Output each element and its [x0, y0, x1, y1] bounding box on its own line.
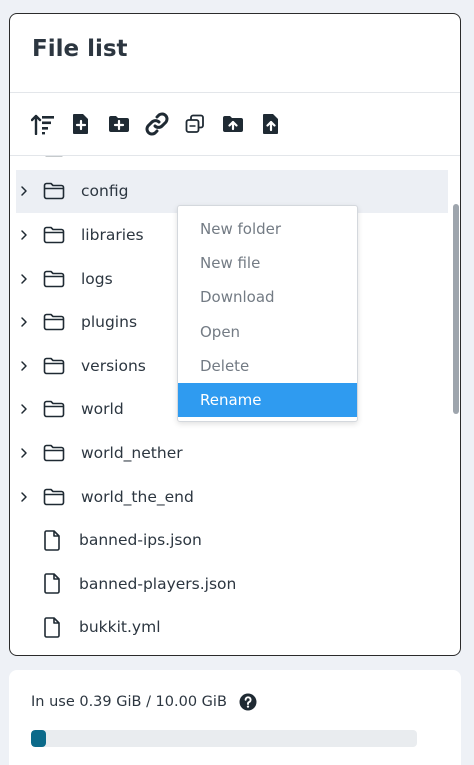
storage-usage-bar-fill	[31, 730, 47, 747]
storage-usage-bar	[31, 730, 417, 747]
file-name: banned-ips.json	[79, 531, 202, 550]
scrollbar[interactable]	[453, 204, 459, 414]
storage-usage-card: In use 0.39 GiB / 10.00 GiB	[9, 670, 461, 765]
new-folder-icon	[109, 116, 129, 132]
file-row[interactable]: bukkit.yml	[10, 606, 460, 650]
question-circle-icon[interactable]	[239, 693, 257, 711]
copy-button[interactable]	[182, 111, 208, 137]
folder-icon	[43, 401, 65, 418]
panel-title: File list	[32, 36, 128, 62]
toolbar	[30, 111, 296, 137]
file-name: logs	[81, 269, 113, 288]
folder-row[interactable]: cache	[10, 156, 460, 170]
new-folder-button[interactable]	[106, 111, 132, 137]
file-name: libraries	[81, 225, 144, 244]
context-menu-new-file[interactable]: New file	[178, 246, 357, 280]
file-name: world	[81, 400, 124, 419]
chevron-right-icon[interactable]	[18, 229, 30, 241]
folder-icon	[43, 444, 65, 462]
chevron-right-icon[interactable]	[18, 403, 30, 415]
file-name: banned-players.json	[79, 574, 237, 593]
file-icon	[44, 529, 60, 551]
file-icon	[44, 617, 60, 638]
copy-icon	[185, 114, 204, 133]
storage-usage-text: In use 0.39 GiB / 10.00 GiB	[31, 694, 227, 710]
context-menu-rename[interactable]: Rename	[178, 382, 357, 418]
link-button[interactable]	[144, 111, 170, 137]
chevron-right-icon[interactable]	[18, 316, 30, 328]
chevron-right-icon[interactable]	[18, 360, 30, 372]
upload-file-icon	[263, 114, 278, 134]
folder-icon	[45, 156, 63, 157]
link-icon	[145, 112, 169, 136]
folder-row[interactable]: world_the_end	[10, 475, 460, 519]
chevron-right-icon[interactable]	[18, 185, 30, 197]
folder-icon	[43, 357, 65, 375]
file-name: cache	[81, 156, 127, 157]
upload-file-button[interactable]	[258, 111, 284, 137]
file-name: config	[81, 182, 129, 201]
folder-icon	[43, 488, 65, 505]
file-name: versions	[81, 356, 146, 375]
file-icon	[44, 573, 60, 595]
folder-icon	[43, 270, 65, 287]
divider	[10, 92, 460, 93]
chevron-right-icon[interactable]	[18, 447, 30, 459]
sort-icon	[31, 114, 54, 135]
chevron-right-icon[interactable]	[18, 273, 30, 285]
context-menu-new-folder[interactable]: New folder	[178, 212, 357, 246]
sort-button[interactable]	[30, 111, 56, 137]
file-row[interactable]: banned-players.json	[10, 562, 460, 606]
folder-row[interactable]: world_nether	[10, 431, 460, 475]
file-name: world_the_end	[81, 487, 194, 506]
context-menu: New folder New file Download Open Delete…	[177, 205, 358, 422]
upload-folder-icon	[223, 116, 243, 132]
new-file-button[interactable]	[68, 111, 94, 137]
folder-icon	[43, 313, 65, 331]
file-name: world_nether	[81, 443, 183, 462]
file-name: bukkit.yml	[79, 618, 161, 637]
new-file-icon	[73, 114, 88, 134]
context-menu-delete[interactable]: Delete	[178, 349, 357, 383]
folder-icon	[43, 183, 65, 200]
chevron-right-icon[interactable]	[18, 491, 30, 503]
upload-folder-button[interactable]	[220, 111, 246, 137]
context-menu-download[interactable]: Download	[178, 280, 357, 314]
folder-icon	[43, 226, 65, 244]
file-row[interactable]: banned-ips.json	[10, 518, 460, 562]
context-menu-open[interactable]: Open	[178, 315, 357, 349]
file-name: plugins	[81, 313, 138, 332]
